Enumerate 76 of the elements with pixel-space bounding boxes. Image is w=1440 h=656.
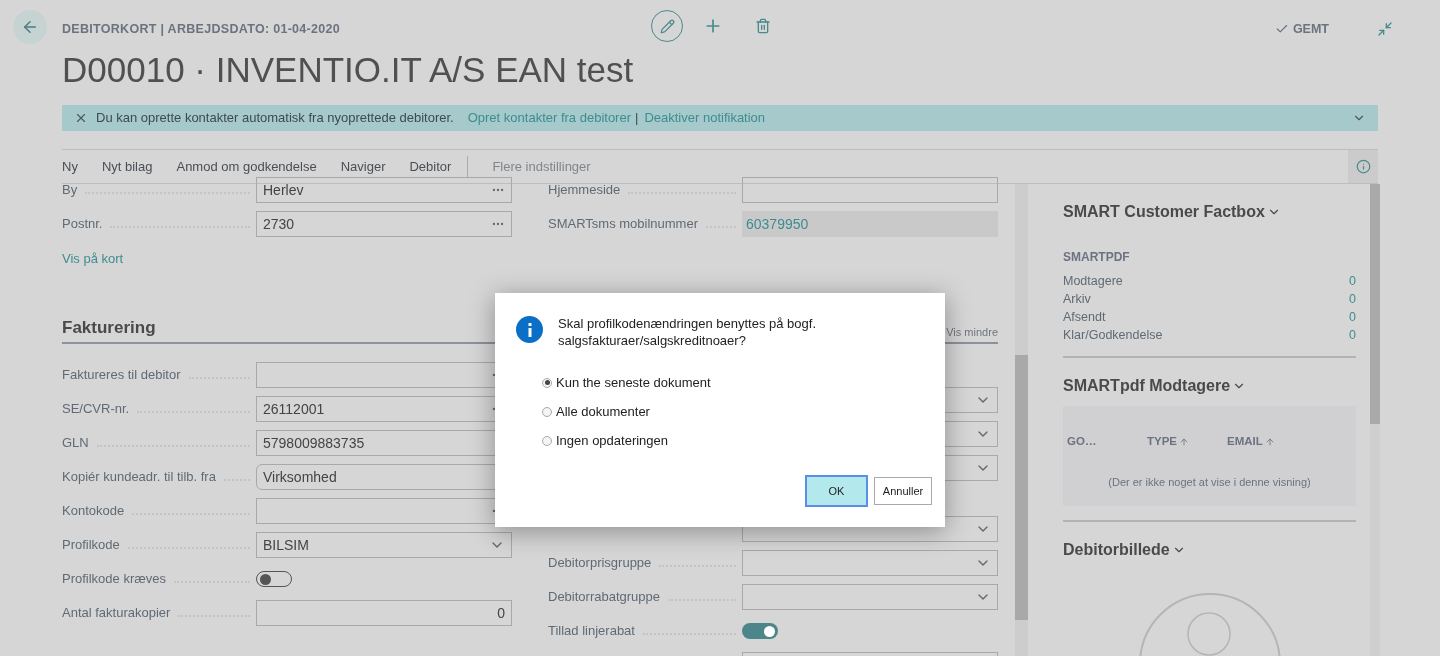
field-value: 26112001 (263, 399, 326, 419)
field-value: 2730 (263, 214, 296, 234)
input-field[interactable] (742, 177, 998, 203)
dialog-message: Skal profilkodenændringen benyttes på bogf. salgsfakturaer/salgskreditnoaer? (558, 315, 817, 349)
field-label: SE/CVR-nr. (62, 400, 130, 419)
scrollbar[interactable] (1015, 184, 1028, 656)
field-label: Profilkode kræves (62, 570, 167, 589)
link-separator: | (635, 109, 639, 128)
saved-status: GEMT (1292, 21, 1329, 38)
input-field[interactable]: 0 (256, 600, 512, 626)
radio-button[interactable] (542, 435, 552, 446)
sort-arrow-icon (1179, 436, 1190, 447)
notification-message: Du kan oprette kontakter automatisk fra nyoprettede debitorer. (96, 109, 454, 128)
delete-icon[interactable] (755, 18, 771, 34)
dropdown-field[interactable] (742, 584, 998, 610)
field-label: Antal fakturakopier (62, 604, 171, 623)
factbox-label: Modtagere (1063, 272, 1123, 290)
field-value: Herlev (263, 180, 305, 200)
input-field[interactable]: Herlev (256, 177, 512, 203)
field-value: 60379950 (746, 214, 809, 234)
dropdown-field[interactable]: BILSIM (256, 532, 512, 558)
field-value: Virksomhed (263, 467, 337, 487)
toggle-switch[interactable] (742, 623, 778, 639)
factbox-label: Arkiv (1063, 290, 1091, 308)
factbox-title: Debitorbillede (1063, 540, 1170, 560)
field-label: By (62, 181, 78, 200)
field-label: Hjemmeside (548, 181, 621, 200)
section-title: Fakturering (62, 316, 156, 339)
action-button[interactable]: Naviger (340, 156, 386, 177)
column-header[interactable]: GO… (1067, 433, 1097, 451)
info-icon (516, 316, 543, 343)
radio-label: Kun the seneste dokument (556, 373, 711, 392)
radio-button[interactable] (542, 377, 552, 388)
radio-label: Alle dokumenter (556, 402, 650, 421)
dialog-button[interactable]: OK (805, 475, 868, 507)
factbox-label: Afsendt (1063, 308, 1106, 326)
field-value: BILSIM (263, 535, 309, 555)
factbox-title: SMARTpdf Modtagere (1063, 376, 1231, 396)
radio-button[interactable] (542, 406, 552, 417)
field-label: Debitorprisgruppe (548, 554, 652, 573)
dropdown-field[interactable] (742, 550, 998, 576)
pencil-icon (659, 18, 675, 34)
dialog-button[interactable]: Annuller (874, 477, 932, 505)
column-header[interactable]: TYPE (1147, 433, 1190, 451)
factbox-title: SMART Customer Factbox (1063, 202, 1265, 222)
field-label: Kontokode (62, 502, 125, 521)
field-label: Postnr. (62, 215, 103, 234)
field-label: Tillad linjerabat (548, 622, 635, 641)
action-button[interactable]: Nyt bilag (101, 156, 153, 177)
action-button[interactable]: Ny (62, 156, 78, 177)
field-label: GLN (62, 434, 89, 453)
sort-arrow-icon (1264, 436, 1275, 447)
action-button[interactable]: Debitor (409, 156, 452, 177)
field-label: Profilkode (62, 536, 120, 555)
page-caption: DEBITORKORT | ARBEJDSDATO: 01-04-2020 (62, 21, 342, 38)
input-field[interactable]: 2730 (256, 211, 512, 237)
field-label: Kopiér kundeadr. til tilb. fra (62, 468, 216, 487)
show-less-link[interactable]: Vis mindre (946, 323, 998, 340)
factbox-caption: SMARTPDF (1063, 249, 1131, 266)
factbox-label: Klar/Godkendelse (1063, 326, 1163, 344)
collapse-icon[interactable] (1377, 21, 1393, 38)
field-value: 5798009883735 (263, 433, 366, 453)
back-button[interactable] (13, 10, 47, 44)
close-icon[interactable] (74, 111, 88, 125)
field-label: Faktureres til debitor (62, 366, 181, 385)
scrollbar[interactable] (1370, 184, 1380, 656)
person-silhouette-icon (1137, 592, 1282, 656)
action-button[interactable]: Anmod om godkendelse (176, 156, 317, 177)
field-value: 0 (496, 603, 505, 623)
radio-label: Ingen opdateringen (556, 431, 669, 450)
page-title: D00010 · INVENTIO.IT A/S EAN test (62, 48, 634, 91)
field-label: SMARTsms mobilnummer (548, 215, 698, 234)
column-header[interactable]: EMAIL (1227, 433, 1275, 451)
field-label: Debitorrabatgruppe (548, 588, 661, 607)
info-icon (1355, 159, 1371, 174)
info-button[interactable] (1348, 150, 1378, 183)
